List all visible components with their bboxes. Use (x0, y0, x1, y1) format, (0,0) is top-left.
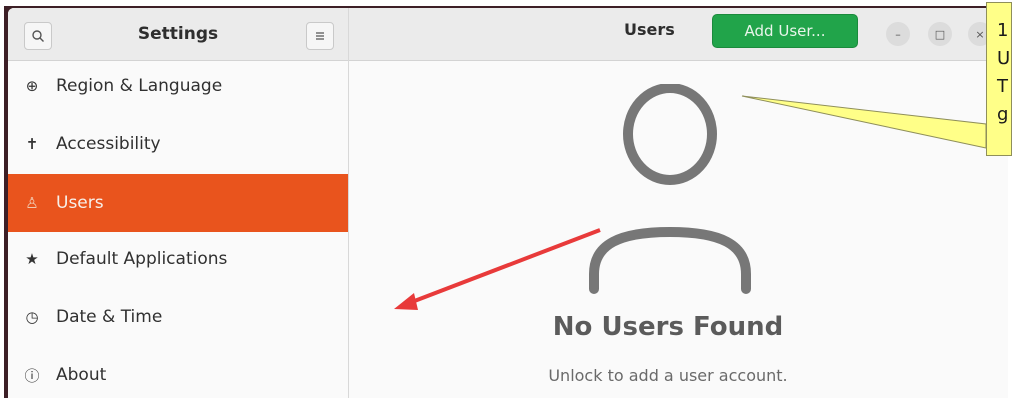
sidebar: Settings ⊕ Region & Language ✝ Accessibi… (8, 8, 349, 398)
sidebar-item-date-time[interactable]: ◷ Date & Time (8, 288, 348, 346)
sidebar-item-label: Users (56, 193, 104, 213)
accessibility-icon: ✝ (25, 135, 39, 153)
sidebar-item-label: About (56, 365, 107, 385)
user-icon: ♙ (25, 194, 39, 212)
sidebar-item-label: Region & Language (56, 76, 223, 96)
hamburger-menu-icon (316, 32, 324, 40)
sidebar-title: Settings (137, 24, 219, 44)
sidebar-item-label: Default Applications (56, 249, 228, 269)
clock-icon: ◷ (25, 308, 39, 326)
sidebar-header: Settings (8, 8, 348, 61)
menu-button[interactable] (306, 22, 334, 50)
empty-state-title: No Users Found (552, 312, 784, 342)
empty-state-subtitle: Unlock to add a user account. (548, 366, 788, 385)
star-icon: ★ (25, 250, 39, 268)
callout-line: 1 (997, 20, 1009, 41)
info-icon: ⓘ (24, 366, 40, 385)
globe-icon: ⊕ (25, 77, 39, 95)
sidebar-item-users[interactable]: ♙ Users (8, 174, 348, 232)
sidebar-item-about[interactable]: ⓘ About (8, 346, 348, 398)
sidebar-item-region-language[interactable]: ⊕ Region & Language (8, 57, 348, 115)
add-user-button[interactable]: Add User... (712, 14, 858, 48)
callout-line: T (997, 76, 1008, 97)
page-title: Users (624, 20, 675, 39)
sidebar-item-accessibility[interactable]: ✝ Accessibility (8, 115, 348, 173)
sidebar-item-label: Date & Time (56, 307, 163, 327)
minimize-button[interactable]: – (886, 22, 910, 46)
callout-line: g (997, 104, 1009, 125)
maximize-button[interactable]: □ (928, 22, 952, 46)
sidebar-item-label: Accessibility (56, 134, 161, 154)
user-placeholder-icon (589, 84, 751, 294)
sidebar-item-default-applications[interactable]: ★ Default Applications (8, 230, 348, 288)
callout-line: U (997, 48, 1011, 69)
annotation-callout: 1 U T g (986, 2, 1012, 156)
